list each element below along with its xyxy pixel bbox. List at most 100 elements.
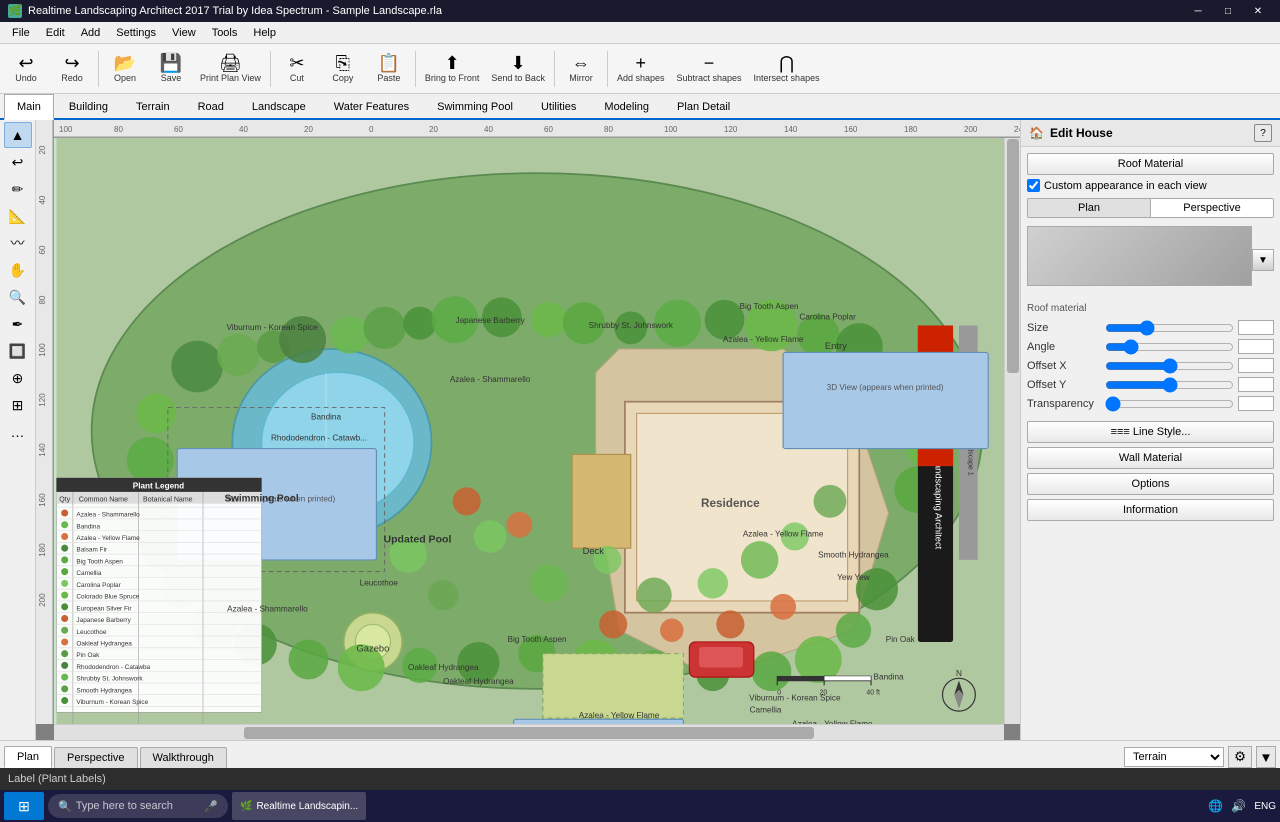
menu-item-settings[interactable]: Settings (108, 22, 164, 43)
information-button[interactable]: Information (1027, 499, 1274, 521)
menu-item-tools[interactable]: Tools (204, 22, 246, 43)
grid-tool[interactable]: ⊞ (4, 392, 32, 418)
nav-tab-main[interactable]: Main (4, 94, 54, 120)
search-box[interactable]: 🔍 Type here to search 🎤 (48, 794, 228, 818)
custom-appearance-checkbox[interactable] (1027, 179, 1040, 192)
svg-text:Camellia: Camellia (750, 705, 782, 714)
toolbar-btn-bring-to-front[interactable]: ⬆Bring to Front (420, 47, 485, 91)
minimize-button[interactable]: ─ (1184, 2, 1212, 20)
toolbar-separator-11 (607, 51, 608, 87)
intersect-shapes-icon: ⋂ (779, 54, 794, 72)
roof-material-preview (1027, 226, 1252, 286)
taskbar-app-button[interactable]: 🌿 Realtime Landscapin... (232, 792, 366, 820)
pen-tool[interactable]: ✒ (4, 311, 32, 337)
svg-text:Colorado Blue Spruce: Colorado Blue Spruce (76, 594, 139, 601)
nav-tab-building[interactable]: Building (56, 94, 121, 118)
offset-y-row: Offset Y 0 (1027, 377, 1274, 392)
bottom-tab-walkthrough[interactable]: Walkthrough (140, 747, 227, 768)
svg-text:Viburnum - Korean Spice: Viburnum - Korean Spice (226, 323, 318, 332)
toolbar-btn-open[interactable]: 📂Open (103, 47, 147, 91)
svg-text:Rhododendron - Catawba: Rhododendron - Catawba (76, 664, 150, 671)
bottom-tab-plan[interactable]: Plan (4, 746, 52, 768)
svg-text:40: 40 (239, 125, 248, 134)
size-value[interactable]: 3' (1238, 320, 1274, 335)
roof-material-dropdown[interactable]: ▼ (1252, 249, 1274, 271)
transparency-value[interactable]: 0 (1238, 396, 1274, 411)
terrain-dropdown-button[interactable]: ▼ (1256, 746, 1276, 768)
toolbar-btn-subtract-shapes[interactable]: −Subtract shapes (672, 47, 747, 91)
menu-item-edit[interactable]: Edit (38, 22, 73, 43)
app-icon: 🌿 (8, 4, 22, 18)
toolbar-btn-redo[interactable]: ↪Redo (50, 47, 94, 91)
nav-tab-swimming-pool[interactable]: Swimming Pool (424, 94, 526, 118)
options-button[interactable]: Options (1027, 473, 1274, 495)
nav-tab-road[interactable]: Road (185, 94, 237, 118)
svg-text:Deck: Deck (583, 546, 605, 556)
cut-icon: ✂ (289, 54, 304, 72)
menu-item-file[interactable]: File (4, 22, 38, 43)
terrain-settings-button[interactable]: ⚙ (1228, 746, 1252, 768)
select-tool[interactable]: ▲ (4, 122, 32, 148)
network-icon[interactable]: 🌐 (1208, 799, 1223, 813)
undo-tool[interactable]: ↩ (4, 149, 32, 175)
line-style-button[interactable]: ≡≡≡ Line Style... (1027, 421, 1274, 443)
toolbar-btn-mirror[interactable]: ⇔Mirror (559, 47, 603, 91)
menu-item-view[interactable]: View (164, 22, 204, 43)
svg-text:80: 80 (604, 125, 613, 134)
size-slider[interactable] (1105, 321, 1234, 335)
start-button[interactable]: ⊞ (4, 792, 44, 820)
language-indicator[interactable]: ENG (1254, 801, 1276, 812)
pan-tool[interactable]: ✋ (4, 257, 32, 283)
toolbar-btn-cut[interactable]: ✂Cut (275, 47, 319, 91)
menu-item-add[interactable]: Add (73, 22, 109, 43)
svg-text:Oakleaf Hydrangea: Oakleaf Hydrangea (443, 677, 514, 686)
canvas-area[interactable]: 100 80 60 40 20 0 20 40 60 80 100 120 14… (36, 120, 1020, 740)
bottom-tab-perspective[interactable]: Perspective (54, 747, 137, 768)
toolbar-btn-undo[interactable]: ↩Undo (4, 47, 48, 91)
open-icon: 📂 (114, 54, 136, 72)
offset-x-slider[interactable] (1105, 359, 1234, 373)
horizontal-scrollbar[interactable] (54, 724, 1004, 740)
toolbar-btn-save[interactable]: 💾Save (149, 47, 193, 91)
offset-x-value[interactable]: 0 (1238, 358, 1274, 373)
more-tool[interactable]: … (4, 419, 32, 445)
svg-text:Updated Pool: Updated Pool (384, 533, 452, 545)
offset-y-value[interactable]: 0 (1238, 377, 1274, 392)
toolbar-btn-send-to-back[interactable]: ⬇Send to Back (486, 47, 550, 91)
add-shapes-icon: + (635, 54, 646, 72)
vertical-scrollbar[interactable] (1004, 138, 1020, 724)
nav-tab-terrain[interactable]: Terrain (123, 94, 183, 118)
toolbar-btn-add-shapes[interactable]: +Add shapes (612, 47, 670, 91)
toolbar-btn-copy[interactable]: ⎘Copy (321, 47, 365, 91)
measure-tool[interactable]: 📐 (4, 203, 32, 229)
landscape-canvas[interactable]: Realtime Landscaping Architect IDEA Spec… (54, 138, 1020, 724)
offset-y-slider[interactable] (1105, 378, 1234, 392)
svg-text:40: 40 (484, 125, 493, 134)
roof-material-button[interactable]: Roof Material (1027, 153, 1274, 175)
curve-tool[interactable]: 〰 (4, 230, 32, 256)
volume-icon[interactable]: 🔊 (1231, 799, 1246, 813)
menu-item-help[interactable]: Help (245, 22, 284, 43)
close-button[interactable]: ✕ (1244, 2, 1272, 20)
toolbar-btn-print[interactable]: 🖨Print Plan View (195, 47, 266, 91)
wall-material-button[interactable]: Wall Material (1027, 447, 1274, 469)
angle-value[interactable]: 14° (1238, 339, 1274, 354)
transparency-slider[interactable] (1105, 397, 1234, 411)
nav-tab-plan-detail[interactable]: Plan Detail (664, 94, 743, 118)
add-tool[interactable]: ⊕ (4, 365, 32, 391)
nav-tab-water-features[interactable]: Water Features (321, 94, 422, 118)
toolbar-btn-intersect-shapes[interactable]: ⋂Intersect shapes (749, 47, 825, 91)
help-button[interactable]: ? (1254, 124, 1272, 142)
tab-plan[interactable]: Plan (1028, 199, 1151, 217)
nav-tab-landscape[interactable]: Landscape (239, 94, 319, 118)
tab-perspective[interactable]: Perspective (1151, 199, 1273, 217)
toolbar-btn-paste[interactable]: 📋Paste (367, 47, 411, 91)
draw-tool[interactable]: ✏ (4, 176, 32, 202)
terrain-select[interactable]: Terrain (1124, 747, 1224, 767)
angle-slider[interactable] (1105, 340, 1234, 354)
maximize-button[interactable]: □ (1214, 2, 1242, 20)
rect-tool[interactable]: 🔲 (4, 338, 32, 364)
nav-tab-utilities[interactable]: Utilities (528, 94, 589, 118)
nav-tab-modeling[interactable]: Modeling (591, 94, 662, 118)
zoom-tool[interactable]: 🔍 (4, 284, 32, 310)
